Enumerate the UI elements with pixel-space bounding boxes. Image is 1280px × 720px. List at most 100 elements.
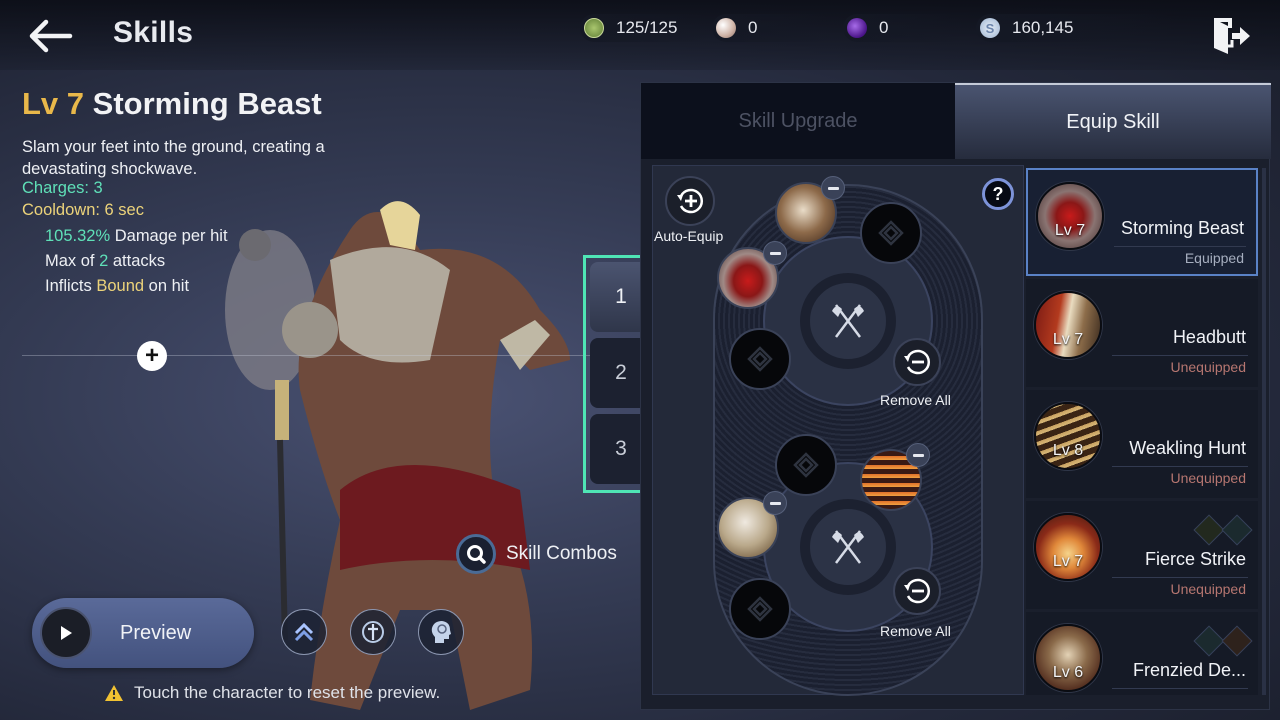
skill-list-item[interactable]: Lv 7 Storming Beast Equipped [1026, 168, 1258, 276]
pearl-icon [716, 18, 736, 38]
equipped-slot-weapon-1[interactable] [775, 176, 845, 244]
preview-hint-text: Touch the character to reset the preview… [134, 683, 441, 702]
skill-status: Unequipped [1170, 359, 1246, 375]
skill-effect-damage: 105.32% Damage per hit [45, 227, 228, 246]
unequip-button[interactable] [763, 241, 787, 265]
skill-combos-label: Skill Combos [506, 543, 617, 564]
unequip-button[interactable] [821, 176, 845, 200]
empty-slot-icon [793, 452, 819, 478]
skill-list-item[interactable]: Lv 6 Frenzied De... Equipped [1026, 612, 1258, 695]
add-button[interactable]: + [137, 341, 167, 371]
effect-highlight: 105.32% [45, 227, 111, 245]
skill-cooldown: Cooldown: 6 sec [22, 201, 144, 219]
empty-slot[interactable] [729, 328, 791, 390]
character-model[interactable] [200, 190, 620, 720]
auto-equip-label: Auto-Equip [654, 228, 724, 244]
skill-list: Lv 7 Storming Beast Equipped Lv 7 Headbu… [1026, 168, 1258, 695]
skill-charges: Charges: 3 [22, 179, 103, 197]
preview-button[interactable]: Preview [32, 598, 254, 668]
silver-coin-icon: S [980, 18, 1000, 38]
crossed-axes-icon [832, 530, 864, 564]
equip-slots-area [652, 165, 1024, 696]
skill-level: Lv 8 [1052, 442, 1084, 459]
empty-slot[interactable] [729, 578, 791, 640]
remove-all-icon [904, 578, 931, 604]
effect-text: Damage per hit [110, 227, 228, 245]
skill-status: Unequipped [1170, 581, 1246, 597]
currency-stamina: 125/125 [580, 14, 710, 42]
skill-name: Storming Beast [92, 86, 322, 121]
upper-weapon-core [800, 273, 896, 369]
skill-level: Lv 7 [22, 86, 85, 121]
skill-description: Slam your feet into the ground, creating… [22, 138, 325, 178]
divider [1112, 577, 1248, 578]
skill-level: Lv 6 [1052, 664, 1084, 681]
skill-list-item[interactable]: Lv 8 Weakling Hunt Unequipped [1026, 390, 1258, 498]
empty-slot-icon [747, 346, 773, 372]
empty-slot[interactable] [860, 202, 922, 264]
currency-value: 160,145 [1012, 18, 1074, 37]
effect-text: attacks [108, 252, 166, 270]
empty-slot-icon [878, 220, 904, 246]
warning-icon [105, 685, 123, 701]
back-button[interactable] [26, 16, 74, 56]
equipped-slot-fire[interactable] [860, 443, 930, 511]
arrow-left-icon [29, 19, 73, 53]
purple-gem-icon [847, 18, 867, 38]
flame-sword-badge-icon [1221, 625, 1253, 657]
remove-all-button-upper[interactable] [893, 338, 941, 386]
divider-line [22, 355, 602, 356]
skill-level: Lv 7 [1054, 222, 1086, 239]
skill-title: Lv 7 Storming Beast [22, 86, 322, 122]
shuriken-badge-icon [1221, 514, 1253, 546]
exit-button[interactable] [1210, 14, 1254, 58]
preview-label: Preview [120, 621, 192, 644]
skill-status: Equipped [1184, 250, 1244, 266]
stamina-fist-icon [584, 18, 604, 38]
sword-emblem-icon [362, 621, 384, 643]
skill-combos-button[interactable]: Skill Combos [456, 534, 617, 574]
auto-equip-button[interactable] [665, 176, 715, 226]
rank-up-button[interactable] [281, 609, 327, 655]
skill-name: Headbutt [1172, 327, 1246, 347]
skill-status: Equipped [1187, 692, 1246, 695]
remove-all-button-lower[interactable] [893, 567, 941, 615]
empty-slot-icon [747, 596, 773, 622]
lower-weapon-core [800, 499, 896, 595]
currency-value: 125/125 [616, 18, 678, 37]
skill-name: Fierce Strike [1144, 549, 1246, 569]
remove-all-label-upper: Remove All [880, 392, 951, 408]
divider [1112, 688, 1248, 689]
page-title: Skills [113, 16, 194, 49]
tab-skill-upgrade[interactable]: Skill Upgrade [641, 83, 955, 159]
skill-badges [1193, 625, 1253, 657]
remove-all-icon [904, 349, 931, 375]
skill-badges [1193, 514, 1253, 546]
crossed-arrows-badge-icon [1193, 514, 1225, 546]
play-icon [40, 607, 92, 659]
skill-list-item[interactable]: Lv 7 Fierce Strike Unequipped [1026, 501, 1258, 609]
divider [1114, 246, 1246, 247]
skill-level: Lv 7 [1052, 331, 1084, 348]
mind-skill-button[interactable] [418, 609, 464, 655]
skill-list-item[interactable]: Lv 7 Headbutt Unequipped [1026, 279, 1258, 387]
exit-door-icon [1214, 18, 1250, 54]
equipped-slot-storming-beast[interactable] [717, 241, 787, 309]
head-profile-icon [431, 621, 451, 643]
tab-equip-skill[interactable]: Equip Skill [955, 83, 1271, 159]
divider [1112, 355, 1248, 356]
unequip-button[interactable] [906, 443, 930, 467]
effect-highlight: Bound [96, 277, 145, 295]
unequip-button[interactable] [763, 491, 787, 515]
weapon-skill-button[interactable] [350, 609, 396, 655]
skill-name: Storming Beast [1120, 218, 1244, 238]
double-chevron-up-icon [294, 622, 314, 642]
skull-badge-icon [1193, 625, 1225, 657]
slot-track [713, 176, 983, 696]
help-button[interactable]: ? [982, 178, 1014, 210]
skill-list-scrollbar[interactable] [1262, 168, 1266, 695]
remove-all-label-lower: Remove All [880, 623, 951, 639]
equipped-slot-shell[interactable] [717, 491, 787, 559]
search-icon [456, 534, 496, 574]
empty-slot[interactable] [775, 434, 837, 496]
